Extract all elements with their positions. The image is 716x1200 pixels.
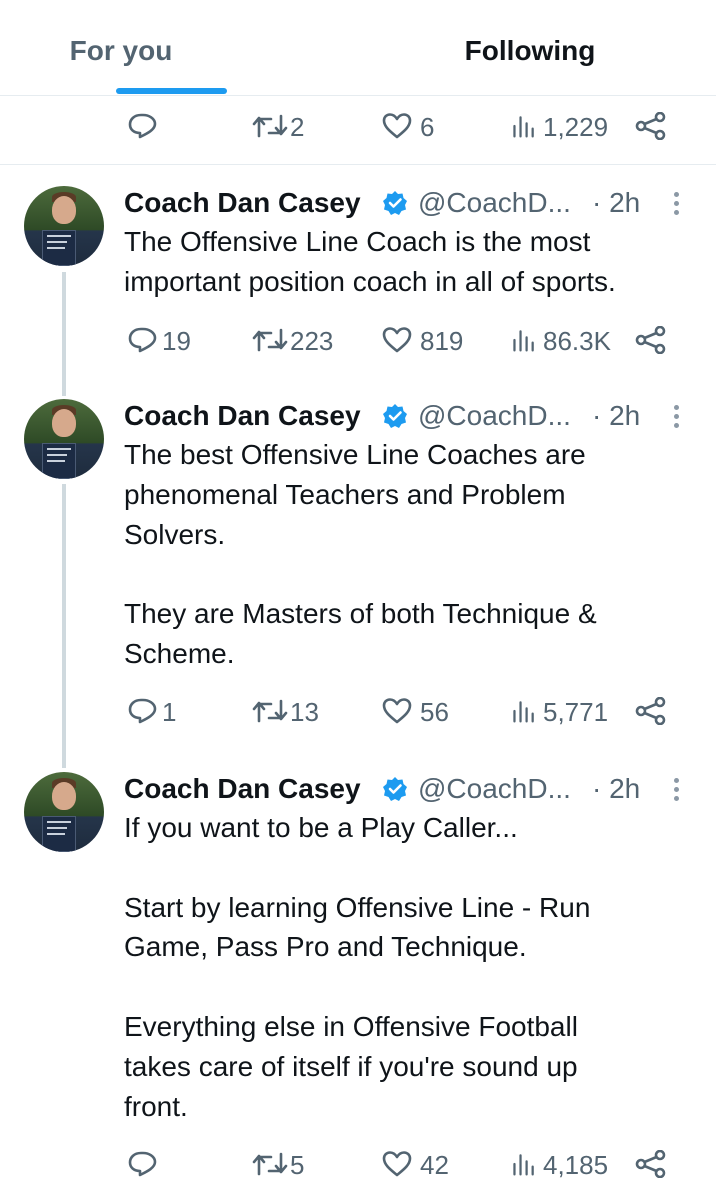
feed-divider bbox=[0, 164, 716, 165]
verified-badge-icon bbox=[383, 191, 407, 215]
avatar[interactable] bbox=[24, 772, 104, 852]
tabs-bar: For you Following bbox=[0, 0, 716, 96]
tweet[interactable]: Coach Dan Casey @CoachD... · 2h The best… bbox=[0, 399, 716, 729]
action-bar: 2 6 1,229 bbox=[124, 106, 674, 146]
reply-count: 1 bbox=[162, 697, 177, 727]
like-count: 6 bbox=[420, 112, 435, 142]
reply-icon bbox=[128, 327, 157, 353]
author-handle[interactable]: @CoachD... bbox=[418, 399, 571, 433]
action-bar: 19 223 819 86.3K bbox=[124, 320, 674, 360]
tweet-time[interactable]: · 2h bbox=[592, 399, 640, 433]
retweet-icon bbox=[252, 1152, 288, 1176]
like-count: 56 bbox=[420, 697, 449, 727]
views-icon bbox=[513, 701, 534, 723]
tweet-header: Coach Dan Casey @CoachD... · 2h bbox=[124, 186, 684, 220]
tweet[interactable]: Coach Dan Casey @CoachD... · 2h If you w… bbox=[0, 772, 716, 1192]
share-icon bbox=[635, 697, 666, 725]
tweet-header: Coach Dan Casey @CoachD... · 2h bbox=[124, 399, 684, 433]
like-icon bbox=[382, 113, 412, 139]
active-tab-indicator bbox=[116, 88, 227, 94]
share-button[interactable] bbox=[635, 691, 667, 731]
tab-for-you[interactable]: For you bbox=[0, 0, 358, 96]
tab-for-you-label: For you bbox=[69, 35, 173, 66]
share-icon bbox=[635, 326, 666, 354]
avatar[interactable] bbox=[24, 186, 104, 266]
tweet-text: The best Offensive Line Coaches are phen… bbox=[124, 439, 597, 669]
action-bar: 5 42 4,185 bbox=[124, 1144, 674, 1184]
reply-icon bbox=[128, 113, 157, 139]
more-icon[interactable] bbox=[670, 776, 682, 804]
tab-following-label: Following bbox=[464, 35, 596, 66]
share-button[interactable] bbox=[635, 106, 667, 146]
author-handle[interactable]: @CoachD... bbox=[418, 772, 571, 806]
retweet-icon bbox=[252, 114, 288, 138]
author-handle[interactable]: @CoachD... bbox=[418, 186, 571, 220]
views-count: 1,229 bbox=[543, 112, 609, 142]
retweet-count: 13 bbox=[290, 697, 319, 727]
like-icon bbox=[382, 698, 412, 724]
views-count: 5,771 bbox=[543, 697, 609, 727]
like-count: 42 bbox=[420, 1150, 449, 1180]
reply-icon bbox=[128, 698, 157, 724]
share-icon bbox=[635, 1150, 666, 1178]
share-icon bbox=[635, 112, 666, 140]
retweet-icon bbox=[252, 328, 288, 352]
action-bar: 1 13 56 5,771 bbox=[124, 691, 674, 731]
reply-count: 19 bbox=[162, 326, 191, 356]
retweet-count: 5 bbox=[290, 1150, 305, 1180]
author-name[interactable]: Coach Dan Casey bbox=[124, 772, 361, 806]
like-icon bbox=[382, 327, 412, 353]
reply-icon bbox=[128, 1151, 157, 1177]
share-button[interactable] bbox=[635, 1144, 667, 1184]
tweet[interactable]: Coach Dan Casey @CoachD... · 2h The Offe… bbox=[0, 186, 716, 370]
tweet-text: If you want to be a Play Caller... Start… bbox=[124, 812, 591, 1122]
views-count: 4,185 bbox=[543, 1150, 609, 1180]
tab-following[interactable]: Following bbox=[358, 0, 716, 96]
tweet-time[interactable]: · 2h bbox=[592, 772, 640, 806]
like-icon bbox=[382, 1151, 412, 1177]
views-icon bbox=[513, 330, 534, 352]
tweet-header: Coach Dan Casey @CoachD... · 2h bbox=[124, 772, 684, 806]
retweet-count: 223 bbox=[290, 326, 334, 356]
avatar[interactable] bbox=[24, 399, 104, 479]
tweet-text: The Offensive Line Coach is the most imp… bbox=[124, 226, 616, 297]
views-icon bbox=[513, 116, 534, 138]
share-button[interactable] bbox=[635, 320, 667, 360]
retweet-icon bbox=[252, 699, 288, 723]
tweet-time[interactable]: · 2h bbox=[592, 186, 640, 220]
more-icon[interactable] bbox=[670, 190, 682, 218]
like-count: 819 bbox=[420, 326, 464, 356]
verified-badge-icon bbox=[383, 777, 407, 801]
more-icon[interactable] bbox=[670, 403, 682, 431]
author-name[interactable]: Coach Dan Casey bbox=[124, 186, 361, 220]
views-count: 86.3K bbox=[543, 326, 611, 356]
views-icon bbox=[513, 1154, 534, 1176]
author-name[interactable]: Coach Dan Casey bbox=[124, 399, 361, 433]
retweet-count: 2 bbox=[290, 112, 305, 142]
verified-badge-icon bbox=[383, 404, 407, 428]
